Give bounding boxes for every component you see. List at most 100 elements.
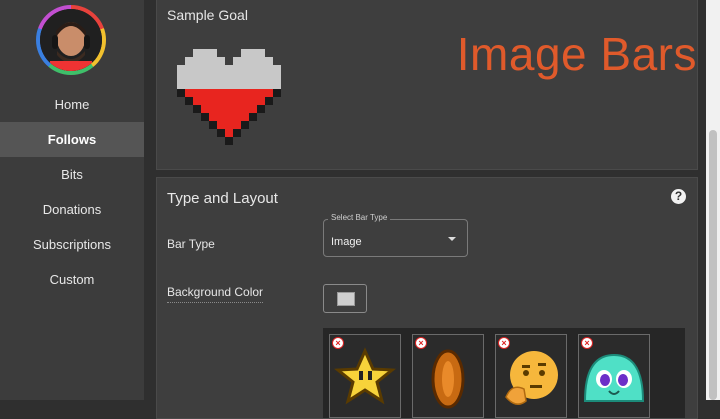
- heart-pixel: [241, 121, 249, 129]
- image-tile-coin[interactable]: ×: [412, 334, 484, 418]
- heart-pixel: [257, 97, 265, 105]
- heart-pixel: [225, 129, 233, 137]
- heart-pixel: [273, 81, 281, 89]
- heart-pixel: [241, 49, 249, 57]
- heart-pixel: [193, 57, 201, 65]
- heart-pixel: [257, 73, 265, 81]
- chevron-down-icon: [448, 237, 456, 241]
- heart-pixel: [241, 57, 249, 65]
- heart-pixel: [241, 113, 249, 121]
- heart-pixel: [249, 49, 257, 57]
- heart-pixel: [193, 105, 201, 113]
- heart-pixel: [233, 97, 241, 105]
- remove-icon[interactable]: ×: [498, 337, 510, 349]
- heart-pixel: [233, 105, 241, 113]
- heart-pixel: [217, 129, 225, 137]
- heart-pixel: [233, 73, 241, 81]
- sidebar-item-donations[interactable]: Donations: [0, 192, 144, 227]
- sidebar-item-subscriptions[interactable]: Subscriptions: [0, 227, 144, 262]
- heart-pixel: [265, 81, 273, 89]
- heart-pixel: [193, 97, 201, 105]
- image-tile-thinking[interactable]: ×: [495, 334, 567, 418]
- heart-pixel: [273, 89, 281, 97]
- heart-pixel: [201, 97, 209, 105]
- heart-pixel: [249, 65, 257, 73]
- heart-pixel: [185, 89, 193, 97]
- heart-pixel: [201, 105, 209, 113]
- heart-pixel: [185, 73, 193, 81]
- heart-pixel: [249, 57, 257, 65]
- heart-pixel: [201, 57, 209, 65]
- heart-pixel: [209, 49, 217, 57]
- heart-pixel: [209, 65, 217, 73]
- background-color-picker[interactable]: [323, 284, 367, 313]
- help-icon[interactable]: ?: [671, 189, 686, 204]
- heart-pixel: [265, 89, 273, 97]
- heart-pixel: [257, 105, 265, 113]
- background-color-label: Background Color: [167, 285, 264, 303]
- sidebar-item-home[interactable]: Home: [0, 87, 144, 122]
- heart-pixel: [225, 73, 233, 81]
- heart-pixel: [193, 49, 201, 57]
- heart-pixel: [225, 121, 233, 129]
- heart-pixel: [233, 81, 241, 89]
- heart-pixel: [209, 89, 217, 97]
- sidebar-item-bits[interactable]: Bits: [0, 157, 144, 192]
- heart-pixel: [233, 65, 241, 73]
- heart-pixel: [273, 65, 281, 73]
- heart-pixel: [217, 57, 225, 65]
- image-tile-star[interactable]: ×: [329, 334, 401, 418]
- heart-pixel: [225, 113, 233, 121]
- avatar-photo: [40, 9, 102, 71]
- heart-pixel: [185, 65, 193, 73]
- heart-pixel: [193, 73, 201, 81]
- sidebar-nav: Home Follows Bits Donations Subscription…: [0, 87, 144, 297]
- heart-pixel: [257, 81, 265, 89]
- avatar[interactable]: [36, 5, 106, 75]
- heart-pixel: [209, 97, 217, 105]
- image-picker-panel: × × × ×: [323, 328, 685, 418]
- heart-pixel: [185, 81, 193, 89]
- heart-pixel: [249, 73, 257, 81]
- heart-pixel: [225, 105, 233, 113]
- heart-pixel: [233, 129, 241, 137]
- heart-pixel: [265, 73, 273, 81]
- heart-pixel: [201, 73, 209, 81]
- heart-pixel: [193, 65, 201, 73]
- heart-pixel: [241, 81, 249, 89]
- remove-icon[interactable]: ×: [415, 337, 427, 349]
- heart-pixel: [249, 105, 257, 113]
- heart-pixel: [209, 105, 217, 113]
- heart-pixel: [193, 81, 201, 89]
- heart-pixel: [249, 89, 257, 97]
- sidebar: Home Follows Bits Donations Subscription…: [0, 0, 144, 400]
- sidebar-item-follows[interactable]: Follows: [0, 122, 144, 157]
- heart-pixel: [217, 121, 225, 129]
- scrollbar-thumb[interactable]: [709, 130, 717, 400]
- heart-pixel: [265, 57, 273, 65]
- type-layout-title: Type and Layout: [167, 190, 278, 207]
- heart-pixel: [233, 57, 241, 65]
- bar-type-value: Image: [331, 236, 362, 248]
- heart-pixel: [177, 65, 185, 73]
- heart-pixel: [265, 97, 273, 105]
- heart-pixel: [225, 65, 233, 73]
- heart-pixel: [201, 65, 209, 73]
- remove-icon[interactable]: ×: [332, 337, 344, 349]
- sidebar-item-custom[interactable]: Custom: [0, 262, 144, 297]
- bar-type-label: Bar Type: [167, 237, 215, 251]
- heart-pixel: [241, 65, 249, 73]
- image-tile-slime[interactable]: ×: [578, 334, 650, 418]
- heart-pixel: [217, 73, 225, 81]
- heart-pixel: [217, 89, 225, 97]
- heart-pixel: [177, 89, 185, 97]
- scrollbar[interactable]: [706, 0, 720, 400]
- heart-pixel: [217, 105, 225, 113]
- heart-pixel: [257, 49, 265, 57]
- image-bars-title: Image Bars: [456, 28, 697, 80]
- bar-type-select[interactable]: Select Bar Type Image: [323, 213, 468, 257]
- sample-goal-title: Sample Goal: [167, 7, 248, 23]
- remove-icon[interactable]: ×: [581, 337, 593, 349]
- heart-pixel: [225, 97, 233, 105]
- heart-pixel: [217, 81, 225, 89]
